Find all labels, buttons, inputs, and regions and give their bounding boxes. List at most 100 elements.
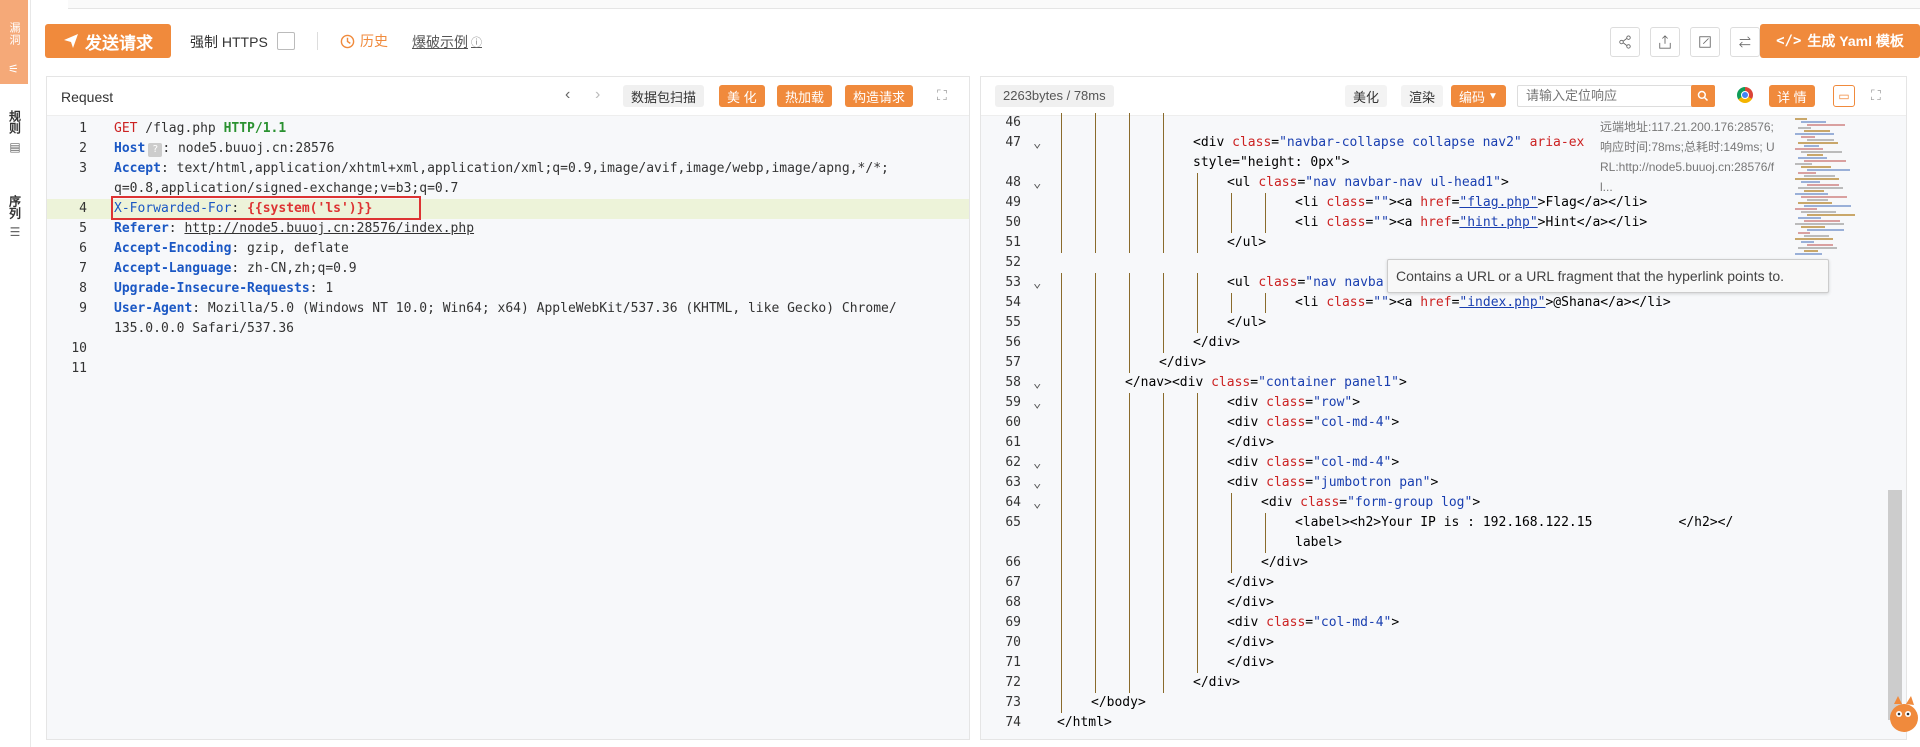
code-line: 62 ⌄ <div class="col-md-4"> [981,453,1906,473]
minimap-line [1798,232,1810,234]
response-panel-header: 2263bytes / 78ms 美化 渲染 编码 ▼ 详 情 ▭ ⛶ [981,77,1906,116]
chrome-icon[interactable] [1737,87,1753,103]
render-button[interactable]: 渲染 [1401,85,1444,107]
line-number: 66 [1005,555,1021,570]
code-token: </div> [1193,675,1240,690]
share-icon[interactable] [1610,27,1640,57]
stack-icon: ☰ [9,225,21,239]
minimap-line [1804,250,1818,252]
code-token: aria-ex [1529,135,1585,150]
href-link[interactable]: "hint.php" [1459,215,1537,230]
url-text: RL:http://node5.buuoj.cn:28576/f [1600,160,1775,174]
brute-example-link[interactable]: 爆破示例 ⓘ [412,32,482,52]
code-token: </div> [1227,575,1274,590]
code-token: ><a [1388,295,1421,310]
code-minimap[interactable] [1795,118,1865,268]
line-content: Accept: text/html,application/xhtml+xml,… [114,159,889,179]
expand-icon[interactable]: ⛶ [1871,87,1881,104]
build-request-button[interactable]: 构造请求 [845,85,914,107]
code-line: 4 X-Forwarded-For: {{system('ls')}} [47,196,969,220]
send-icon [64,34,78,48]
sidebar-item-vuln[interactable]: 漏洞 ⚟ [0,0,28,84]
code-token: <div [1227,475,1267,490]
line-content: GET /flag.php HTTP/1.1 [114,119,286,139]
search-icon [1697,90,1709,102]
line-number: 10 [71,341,87,356]
sidebar-item-rules[interactable]: 规则 ▤ [4,110,26,154]
encoding-dropdown[interactable]: 编码 ▼ [1451,85,1506,107]
code-line: 51 </ul> [981,233,1906,253]
chevron-right-icon[interactable]: › [595,86,600,104]
generate-yaml-button[interactable]: </> 生成 Yaml 模板 [1760,24,1920,58]
line-content: </html> [1057,713,1112,733]
response-scrollbar[interactable] [1888,490,1902,720]
line-number: 46 [1005,115,1021,130]
expand-icon[interactable]: ⛶ [937,87,947,104]
line-content: </div> [1159,353,1206,373]
code-line: 9 User-Agent: Mozilla/5.0 (Windows NT 10.… [47,299,969,319]
code-token: </div> [1159,355,1206,370]
code-token: <li [1295,195,1327,210]
comment-icon[interactable]: ▭ [1833,85,1855,107]
code-token: "nav navba [1305,275,1384,290]
code-token: class [1211,375,1251,390]
sidebar-item-label: 序列 [7,195,22,219]
minimap-line [1801,241,1814,243]
line-number: 67 [1005,575,1021,590]
fold-toggle-icon[interactable]: ⌄ [1033,133,1041,153]
line-content: </ul> [1227,233,1266,253]
swap-icon[interactable] [1730,27,1760,57]
beautify-button[interactable]: 美 化 [719,85,765,107]
history-button[interactable]: 历史 [340,31,388,51]
search-button[interactable] [1691,85,1715,107]
line-content: </div> [1227,633,1274,653]
line-content: </body> [1091,693,1146,713]
minimap-line [1807,244,1833,246]
line-content: <li class=""><a href="index.php">@Shana<… [1295,293,1671,313]
fold-toggle-icon[interactable]: ⌄ [1033,373,1041,393]
line-content: <div class="row"> [1227,393,1360,413]
code-token: > [1391,415,1400,430]
response-viewer[interactable]: 46 47 ⌄ <div class="navbar-collapse collaps… [981,113,1906,735]
code-token: <div [1227,455,1267,470]
minimap-line [1804,160,1846,162]
fold-toggle-icon[interactable]: ⌄ [1033,473,1041,493]
sidebar-item-sequence[interactable]: 序列 ☰ [4,195,26,239]
send-request-button[interactable]: 发送请求 [45,24,171,58]
export-icon[interactable] [1650,27,1680,57]
code-token: ><a [1388,195,1421,210]
divider [317,32,318,50]
line-number: 53 [1005,275,1021,290]
minimap-line [1798,142,1838,144]
fold-toggle-icon[interactable]: ⌄ [1033,453,1041,473]
code-token: </div> [1227,435,1274,450]
send-request-label: 发送请求 [85,33,153,53]
minimap-line [1795,208,1817,210]
request-editor[interactable]: 1 GET /flag.php HTTP/1.1 2 Host?: node5.buu… [47,115,969,735]
locate-response-input[interactable] [1517,85,1697,107]
toolbar: 发送请求 强制 HTTPS 历史 爆破示例 ⓘ </> 生成 Yaml 模板 [30,10,1920,72]
fold-toggle-icon[interactable]: ⌄ [1033,493,1041,513]
hotload-button[interactable]: 热加载 [777,85,833,107]
header-value: : text/html,application/xhtml+xml,applic… [160,161,889,176]
minimap-line [1795,223,1844,225]
response-beautify-button[interactable]: 美化 [1345,85,1388,107]
href-link[interactable]: "index.php" [1459,295,1545,310]
edit-icon[interactable] [1690,27,1720,57]
fold-toggle-icon[interactable]: ⌄ [1033,273,1041,293]
chevron-left-icon[interactable]: ‹ [565,86,570,104]
mascot-icon[interactable] [1884,690,1920,736]
code-line: 58 ⌄ </nav><div class="container panel1"> [981,373,1906,393]
details-button[interactable]: 详 情 [1769,85,1815,107]
fold-toggle-icon[interactable]: ⌄ [1033,393,1041,413]
chevron-down-icon: ▼ [1488,90,1498,102]
fold-toggle-icon[interactable]: ⌄ [1033,173,1041,193]
response-info-overlay: 远端地址:117.21.200.176:28576; 响应时间:78ms;总耗时… [1600,117,1780,197]
minimap-line [1801,196,1847,198]
minimap-line [1795,118,1807,120]
force-https-checkbox[interactable] [277,32,295,50]
href-link[interactable]: "flag.php" [1459,195,1537,210]
code-token: <div [1227,615,1267,630]
packet-scan-button[interactable]: 数据包扫描 [623,85,705,107]
referer-link[interactable]: http://node5.buuoj.cn:28576/index.php [184,221,474,236]
